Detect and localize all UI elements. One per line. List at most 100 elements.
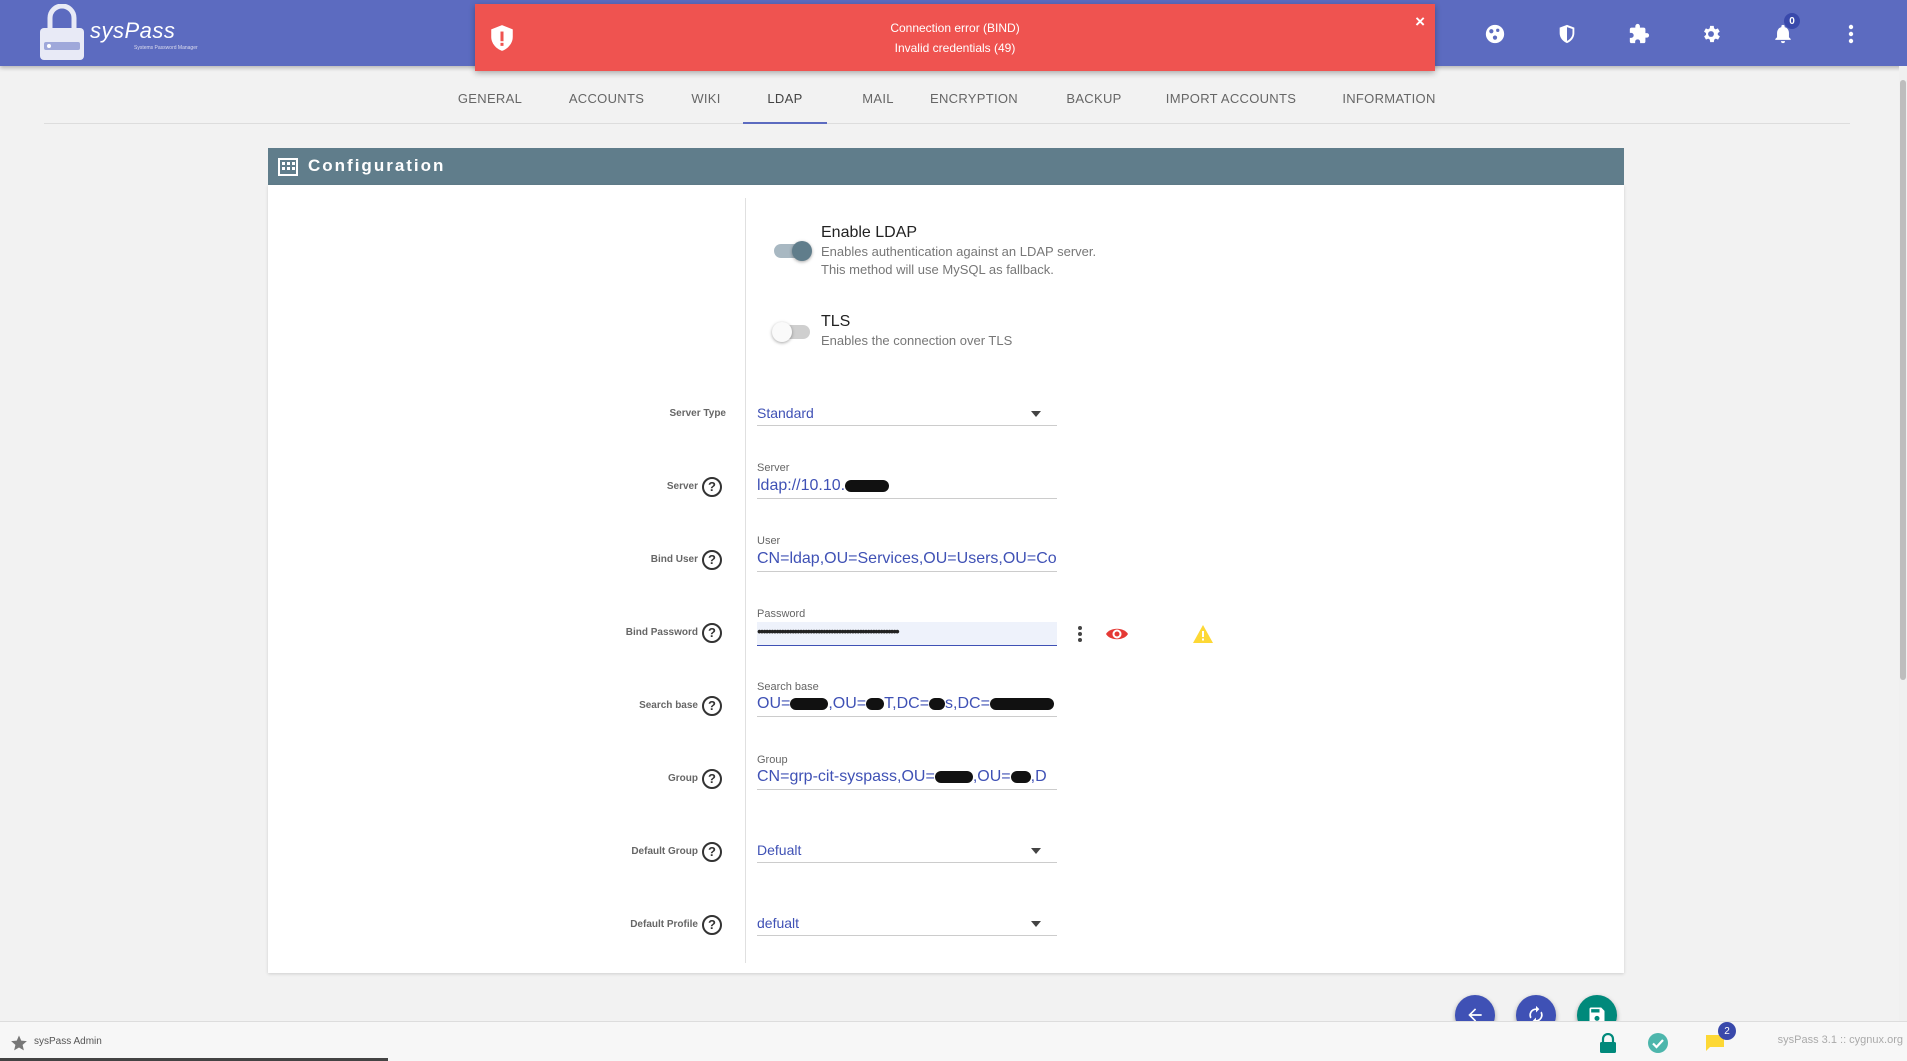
bell-icon[interactable]: 0	[1768, 13, 1800, 49]
search-base-part-1: OU=	[757, 695, 791, 712]
enable-ldap-description-1: Enables authentication against an LDAP s…	[821, 244, 1097, 259]
enable-ldap-title: Enable LDAP	[821, 224, 918, 241]
server-input[interactable]: ldap://10.10.	[757, 475, 1057, 499]
messages-icon[interactable]: 2	[1702, 1022, 1736, 1056]
tab-accounts[interactable]: ACCOUNTS	[564, 76, 649, 124]
star-icon	[11, 1035, 27, 1051]
show-password-eye-icon[interactable]	[1105, 625, 1129, 643]
config-tabs: GENERAL ACCOUNTS WIKI LDAP MAIL ENCRYPTI…	[44, 76, 1850, 124]
footer-user: sysPass Admin	[34, 1036, 102, 1047]
lock-status-icon[interactable]	[1595, 1030, 1621, 1056]
default-profile-select[interactable]: defualt	[757, 912, 1057, 936]
bind-user-value: CN=ldap,OU=Services,OU=Users,OU=Co	[757, 550, 1057, 567]
switch-knob	[792, 241, 812, 261]
password-options-icon[interactable]	[1077, 625, 1083, 643]
server-type-select[interactable]: Standard	[757, 402, 1057, 426]
bind-password-value: ••••••••••••••••••••••••••••••••••••••••…	[757, 623, 900, 639]
status-footer: sysPass Admin 2 sysPass 3.1 :: cygnux.or…	[0, 1021, 1907, 1061]
redaction-mark	[934, 770, 973, 783]
check-status-icon[interactable]	[1645, 1030, 1671, 1056]
bind-user-help-icon[interactable]: ?	[702, 550, 722, 570]
warning-icon	[1192, 624, 1214, 644]
tab-general[interactable]: GENERAL	[451, 76, 529, 124]
redaction-mark	[845, 479, 890, 492]
group-help-icon[interactable]: ?	[702, 769, 722, 789]
server-field-label: Server	[757, 462, 790, 474]
default-profile-value: defualt	[757, 915, 800, 931]
redaction-mark	[1010, 770, 1031, 783]
dropdown-caret-icon	[1031, 921, 1041, 927]
more-vert-icon[interactable]	[1836, 19, 1866, 49]
tab-information[interactable]: INFORMATION	[1330, 76, 1448, 124]
tab-ldap[interactable]: LDAP	[743, 76, 827, 124]
shield-icon[interactable]	[1552, 19, 1582, 49]
default-group-value: Defualt	[757, 842, 802, 858]
redaction-mark	[989, 697, 1054, 710]
default-group-select[interactable]: Defualt	[757, 839, 1057, 863]
search-base-label: Search base	[639, 700, 698, 711]
bind-password-help-icon[interactable]: ?	[702, 623, 722, 643]
form-divider	[745, 198, 746, 963]
search-base-field-label: Search base	[757, 681, 819, 693]
page-scrollbar-thumb[interactable]	[1900, 80, 1906, 680]
tab-wiki[interactable]: WIKI	[681, 76, 731, 124]
globe-icon[interactable]	[1480, 19, 1510, 49]
tab-import-accounts[interactable]: IMPORT ACCOUNTS	[1156, 76, 1306, 124]
default-group-help-icon[interactable]: ?	[702, 842, 722, 862]
tls-description: Enables the connection over TLS	[821, 333, 1013, 348]
redaction-mark	[790, 697, 829, 710]
group-part-2: ,OU=	[972, 768, 1011, 785]
bind-password-label: Bind Password	[625, 627, 698, 638]
server-label: Server	[666, 481, 698, 492]
toast-message-title: Connection error (BIND)	[890, 21, 1020, 35]
search-base-help-icon[interactable]: ?	[702, 696, 722, 716]
toast-close-button[interactable]: ×	[1415, 12, 1425, 32]
notifications-badge: 0	[1784, 13, 1800, 29]
configuration-panel-header: Configuration	[268, 148, 1624, 185]
bind-user-input[interactable]: CN=ldap,OU=Services,OU=Users,OU=Co	[757, 548, 1057, 572]
default-profile-label: Default Profile	[630, 919, 698, 930]
redaction-mark	[866, 697, 885, 710]
lock-logo-icon	[40, 4, 84, 60]
enable-ldap-description-2: This method will use MySQL as fallback.	[821, 262, 1054, 277]
default-profile-help-icon[interactable]: ?	[702, 915, 722, 935]
panel-title: Configuration	[308, 156, 446, 175]
toast-message-detail: Invalid credentials (49)	[894, 41, 1016, 55]
app-name: sysPass	[90, 18, 176, 43]
tls-title: TLS	[821, 313, 851, 330]
search-base-part-4: s,DC=	[945, 695, 990, 712]
enable-ldap-switch[interactable]	[774, 241, 812, 261]
gear-icon[interactable]	[1696, 19, 1726, 49]
server-type-label: Server Type	[669, 408, 726, 419]
search-base-input[interactable]: OU= ,OU= T,DC= s,DC=	[757, 693, 1057, 717]
group-label: Group	[668, 773, 698, 784]
bind-user-field-label: User	[757, 535, 781, 547]
server-type-value: Standard	[757, 405, 814, 421]
footer-version: sysPass 3.1 :: cygnux.org	[1777, 1034, 1903, 1046]
search-base-part-2: ,OU=	[828, 695, 867, 712]
tls-switch[interactable]	[772, 322, 810, 342]
app-subtitle: Systems Password Manager	[134, 45, 198, 51]
switch-knob	[772, 322, 792, 342]
group-input[interactable]: CN=grp-cit-syspass,OU= ,OU= ,D	[757, 766, 1057, 790]
tab-backup[interactable]: BACKUP	[1055, 76, 1133, 124]
default-group-label: Default Group	[631, 846, 698, 857]
group-field-label: Group	[757, 754, 788, 766]
messages-badge: 2	[1718, 1022, 1736, 1040]
tab-encryption[interactable]: ENCRYPTION	[921, 76, 1027, 124]
search-base-part-3: T,DC=	[884, 695, 930, 712]
bind-password-input[interactable]: ••••••••••••••••••••••••••••••••••••••••…	[757, 622, 1057, 646]
dropdown-caret-icon	[1031, 411, 1041, 417]
bind-password-field-label: Password	[757, 608, 806, 620]
redaction-mark	[929, 697, 946, 710]
group-part-1: CN=grp-cit-syspass,OU=	[757, 768, 935, 785]
tab-mail[interactable]: MAIL	[850, 76, 906, 124]
server-help-icon[interactable]: ?	[702, 477, 722, 497]
error-toast: Connection error (BIND) Invalid credenti…	[475, 4, 1435, 71]
building-icon	[278, 158, 298, 176]
group-part-3: ,D	[1030, 768, 1047, 785]
puzzle-icon[interactable]	[1624, 19, 1654, 49]
server-value: ldap://10.10.	[757, 477, 846, 494]
app-logo[interactable]: sysPass Systems Password Manager	[38, 4, 198, 62]
bind-user-label: Bind User	[650, 554, 698, 565]
